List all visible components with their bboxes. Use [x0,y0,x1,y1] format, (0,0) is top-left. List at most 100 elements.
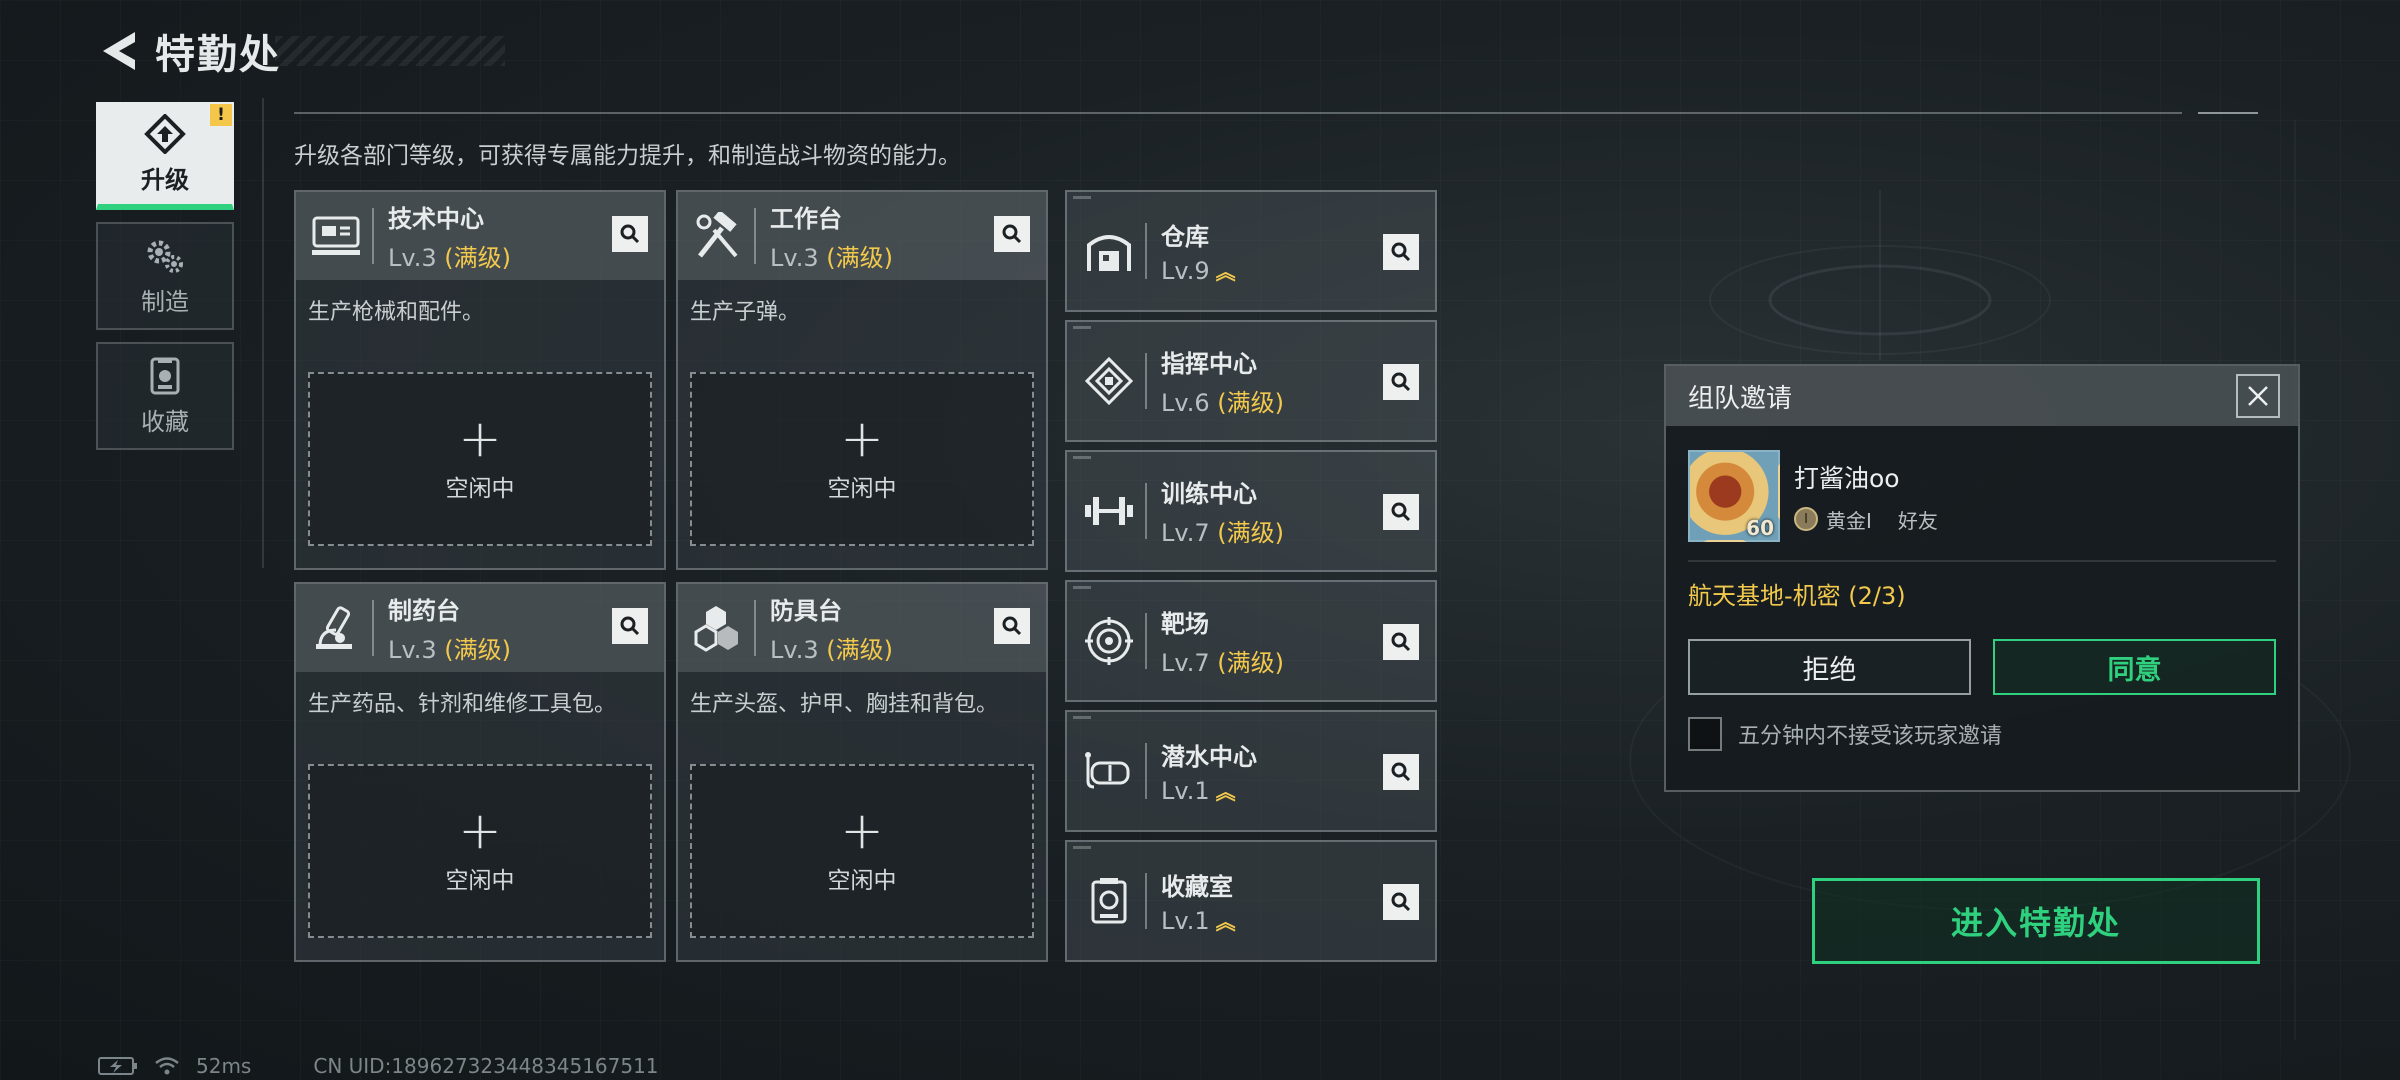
icon-separator [1145,873,1147,929]
dialog-header: 组队邀请 [1666,366,2298,426]
alert-badge: ! [210,104,232,126]
workbench-icon [690,208,746,264]
status-bar: 52ms CN UID:1896273234483451675​11 [98,1054,659,1078]
production-slot[interactable]: + 空闲中 [308,372,652,546]
card-pharmacy[interactable]: 制药台 Lv.3 (满级) 生产药品、针剂和维修工具包。 + 空闲中 [294,582,666,962]
card-level: Lv.3 (满级) [770,636,893,664]
slot-status: 空闲中 [445,476,515,502]
card-title: 收藏室 [1161,873,1233,901]
agree-button[interactable]: 同意 [1993,639,2276,695]
search-icon [1391,502,1411,522]
corner-mark [1073,846,1091,849]
block-invites-checkbox[interactable] [1688,717,1722,751]
close-button[interactable] [2236,374,2280,418]
back-button[interactable] [95,24,141,78]
team-invite-dialog: 组队邀请 60 打酱油oo I 黄金Ⅰ 好友 航天基地-机密 (2/3) 拒绝 … [1664,364,2300,792]
card-level: Lv.3 (满级) [770,244,893,272]
inspect-button[interactable] [1383,624,1419,660]
corner-mark [1073,456,1091,459]
dialog-title: 组队邀请 [1688,383,1793,414]
mission-label: 航天基地-机密 (2/3) [1688,582,1906,610]
card-header: 工作台 Lv.3 (满级) [678,192,1046,280]
command-center-icon [1081,353,1137,409]
search-icon [1391,372,1411,392]
tab-label: 制造 [141,287,189,316]
search-icon [620,616,640,636]
card-level: Lv.9 ︽ [1161,257,1236,285]
card-title: 训练中心 [1161,480,1257,508]
inspect-button[interactable] [1383,884,1419,920]
production-slot[interactable]: + 空闲中 [308,764,652,938]
side-tab-bar: ! 升级 制造 收藏 [96,102,234,462]
card-description: 生产子弹。 [690,300,801,325]
upgrade-available-icon: ︽ [1215,910,1236,934]
card-diving-center[interactable]: 潜水中心 Lv.1 ︽ [1065,710,1437,832]
checkbox-label: 五分钟内不接受该玩家邀请 [1738,724,2003,749]
slot-status: 空闲中 [445,868,515,894]
plus-icon: + [840,409,884,469]
search-icon [1391,632,1411,652]
inspect-button[interactable] [612,608,648,644]
inspect-button[interactable] [1383,754,1419,790]
top-divider [294,112,2182,114]
tab-collection[interactable]: 收藏 [96,342,234,450]
enter-special-ops-button[interactable]: 进入特勤处 [1812,878,2260,964]
intro-text: 升级各部门等级，可获得专属能力提升，和制造战斗物资的能力。 [294,143,961,169]
upgrade-available-icon: ︽ [1215,260,1236,284]
search-icon [1002,224,1022,244]
corner-mark [1073,326,1091,329]
card-level: Lv.6 (满级) [1161,389,1284,417]
avatar-level: 60 [1746,516,1774,540]
tab-upgrade[interactable]: ! 升级 [96,102,234,210]
inviter-info: 60 打酱油oo I 黄金Ⅰ 好友 [1666,426,2298,542]
armor-bench-icon [690,600,746,656]
card-armor-bench[interactable]: 防具台 Lv.3 (满级) 生产头盔、护甲、胸挂和背包。 + 空闲中 [676,582,1048,962]
inspect-button[interactable] [1383,494,1419,530]
card-command-center[interactable]: 指挥中心 Lv.6 (满级) [1065,320,1437,442]
inspect-button[interactable] [1383,364,1419,400]
card-header: 防具台 Lv.3 (满级) [678,584,1046,672]
diving-center-icon [1081,743,1137,799]
collection-room-icon [1081,873,1137,929]
warehouse-icon [1081,223,1137,279]
inspect-button[interactable] [994,216,1030,252]
collection-icon [150,357,180,394]
avatar[interactable]: 60 [1688,450,1780,542]
search-icon [620,224,640,244]
tech-center-icon [308,208,364,264]
card-title: 防具台 [770,597,842,625]
upgrade-available-icon: ︽ [1215,780,1236,804]
card-level: Lv.1 ︽ [1161,907,1236,935]
card-level: Lv.7 (满级) [1161,649,1284,677]
inviter-name: 打酱油oo [1794,463,1900,493]
slot-status: 空闲中 [827,868,897,894]
card-tech-center[interactable]: 技术中心 Lv.3 (满级) 生产枪械和配件。 + 空闲中 [294,190,666,570]
tab-craft[interactable]: 制造 [96,222,234,330]
card-training-center[interactable]: 训练中心 Lv.7 (满级) [1065,450,1437,572]
refuse-button[interactable]: 拒绝 [1688,639,1971,695]
page-header: 特勤处 [95,22,505,80]
icon-separator [372,600,374,656]
tab-label: 升级 [141,165,189,194]
card-shooting-range[interactable]: 靶场 Lv.7 (满级) [1065,580,1437,702]
card-title: 制药台 [388,597,460,625]
inspect-button[interactable] [994,608,1030,644]
gears-icon [147,240,183,273]
shooting-range-icon [1081,613,1137,669]
title-stripe-decoration [275,36,505,66]
card-warehouse[interactable]: 仓库 Lv.9 ︽ [1065,190,1437,312]
corner-mark [1073,196,1091,199]
slot-status: 空闲中 [827,476,897,502]
production-slot[interactable]: + 空闲中 [690,372,1034,546]
rank-label: 黄金Ⅰ [1826,508,1872,533]
inspect-button[interactable] [1383,234,1419,270]
ping-value: 52ms [196,1054,252,1078]
card-title: 靶场 [1161,610,1209,638]
production-slot[interactable]: + 空闲中 [690,764,1034,938]
card-workbench[interactable]: 工作台 Lv.3 (满级) 生产子弹。 + 空闲中 [676,190,1048,570]
inspect-button[interactable] [612,216,648,252]
vertical-divider [262,98,264,568]
card-collection-room[interactable]: 收藏室 Lv.1 ︽ [1065,840,1437,962]
card-title: 仓库 [1161,223,1209,251]
card-header: 制药台 Lv.3 (满级) [296,584,664,672]
